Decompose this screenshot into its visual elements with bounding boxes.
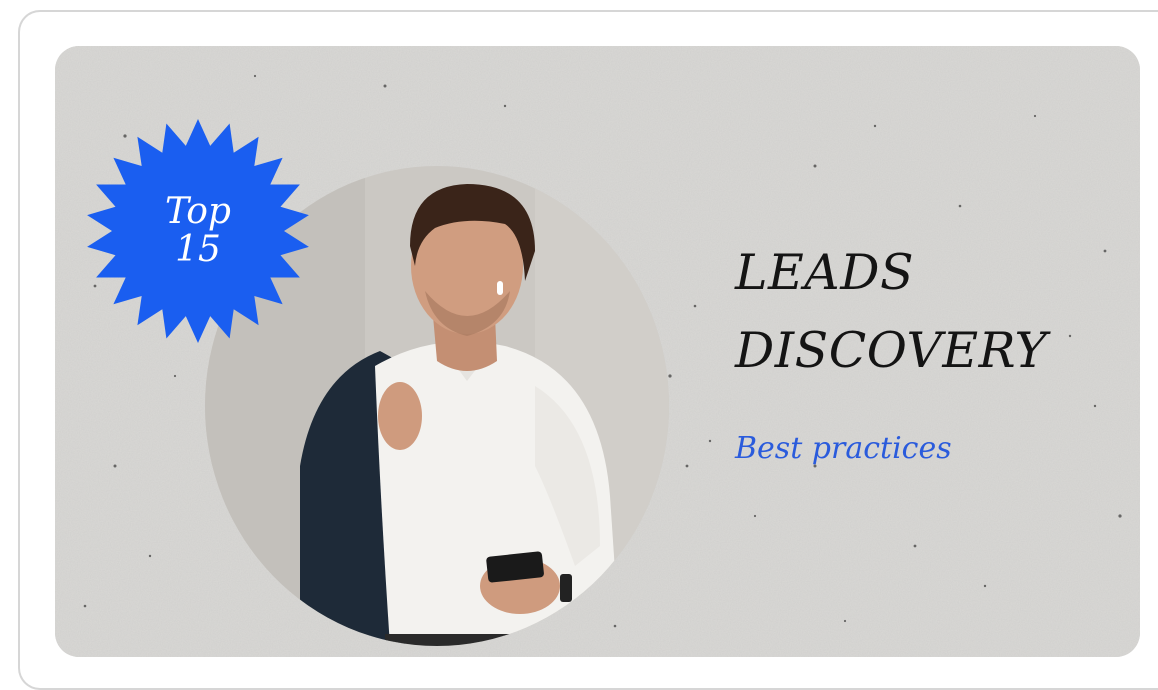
title-line-1: LEADS (735, 244, 915, 301)
hero-banner: Top 15 LEADS DISCOVERY Best practices (55, 46, 1140, 657)
subtitle: Best practices (735, 431, 952, 466)
badge-line-1: Top (165, 191, 231, 232)
top-15-badge: Top 15 (85, 118, 311, 344)
title-line-2: DISCOVERY (735, 322, 1048, 379)
page-title: LEADS DISCOVERY (735, 234, 1135, 390)
badge-line-2: 15 (175, 229, 221, 270)
